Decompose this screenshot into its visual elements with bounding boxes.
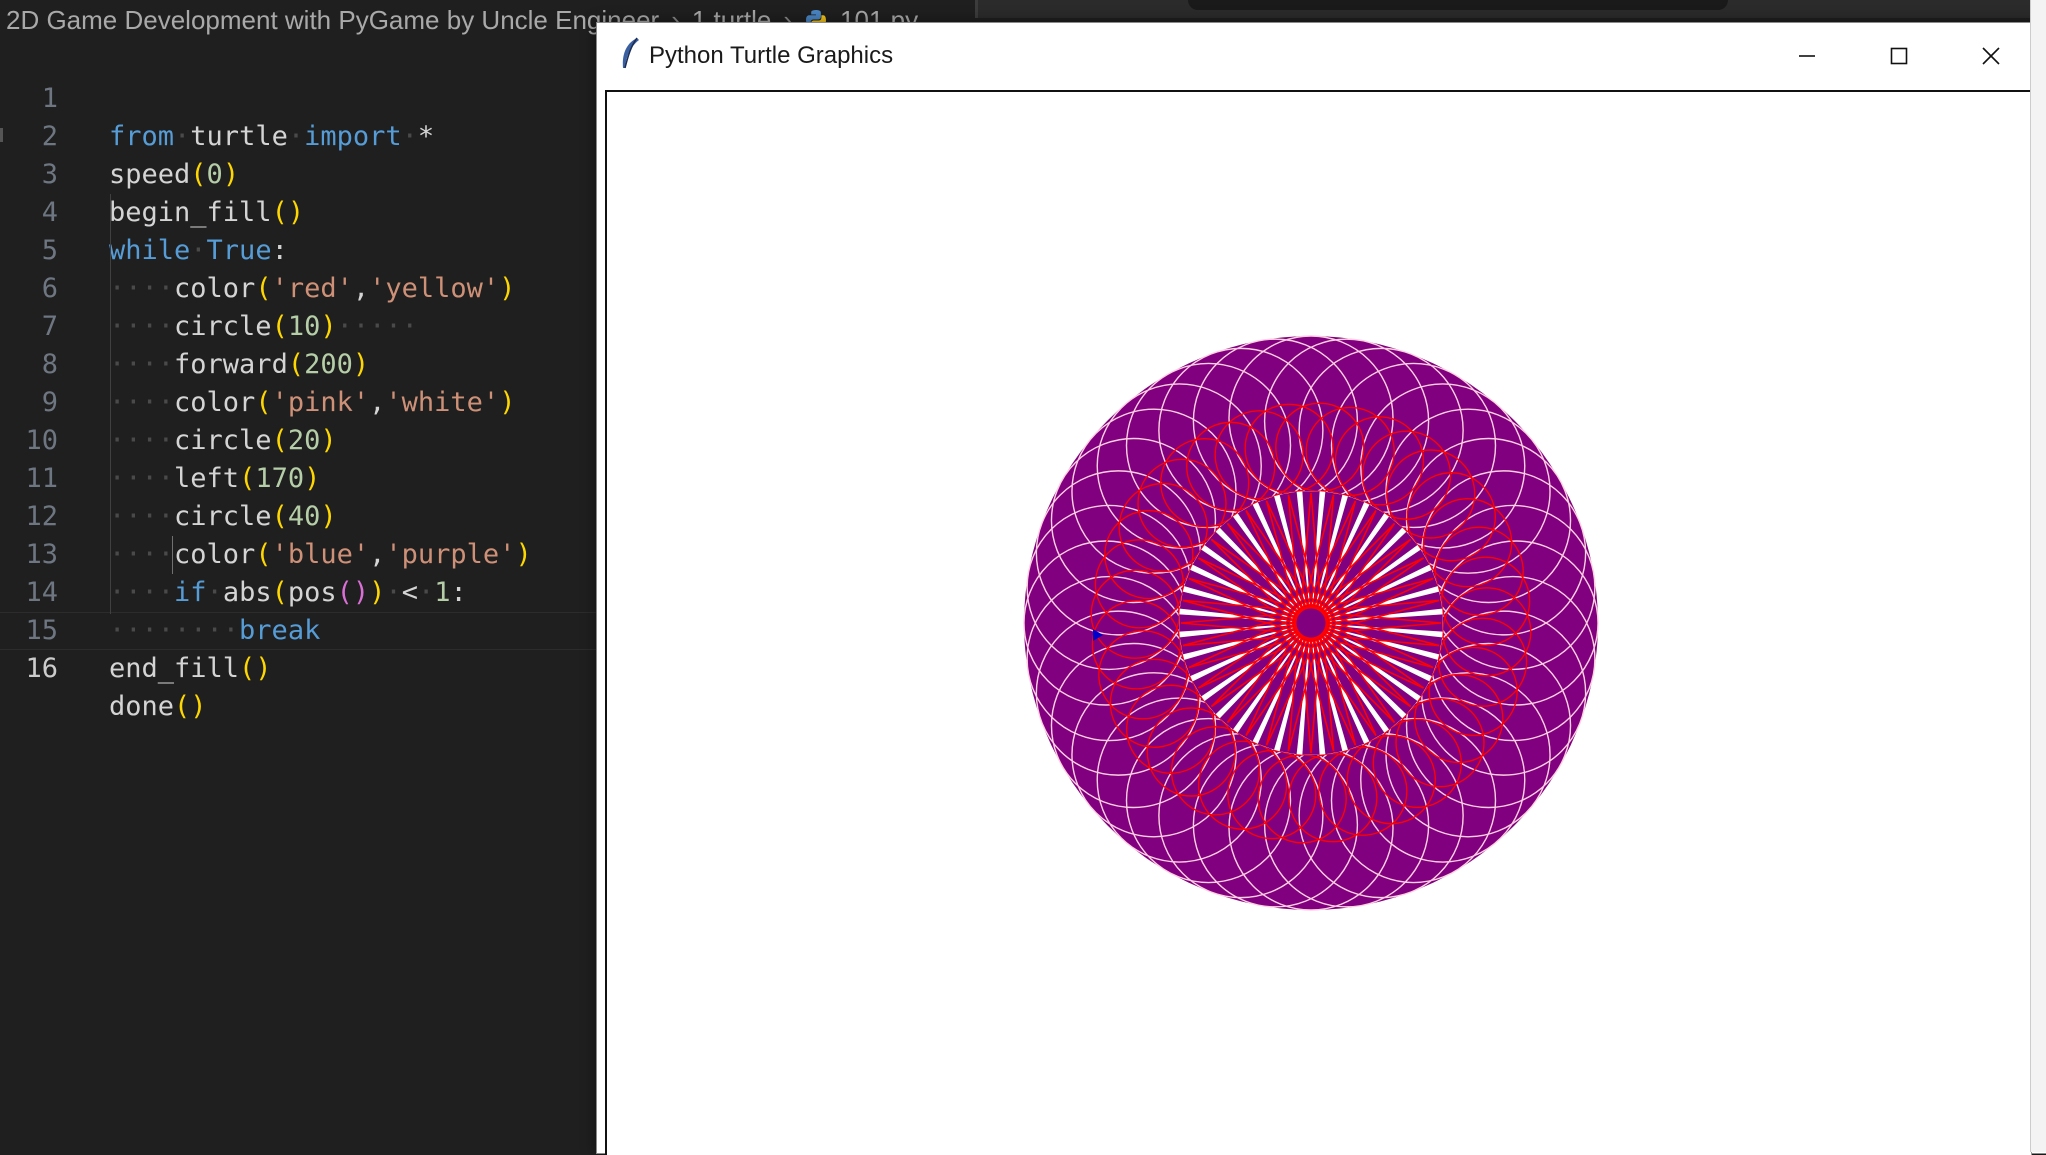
- minimize-button[interactable]: [1761, 23, 1853, 89]
- breadcrumb-folder[interactable]: 2D Game Development with PyGame by Uncle…: [6, 5, 659, 36]
- feather-icon: [622, 37, 639, 69]
- background-window-strip: [975, 0, 2046, 18]
- line-number: 16: [25, 653, 58, 684]
- indent-guide-active: [172, 536, 173, 574]
- center-dot: [1293, 605, 1329, 641]
- paren: (): [239, 653, 272, 684]
- minimize-icon: [1799, 55, 1815, 57]
- maximize-button[interactable]: [1853, 23, 1945, 89]
- window-titlebar[interactable]: Python Turtle Graphics: [597, 23, 2046, 89]
- turtle-canvas-area[interactable]: [605, 90, 2032, 1155]
- window-title: Python Turtle Graphics: [649, 42, 894, 69]
- turtle-drawing: [1023, 335, 1599, 911]
- turtle-graphics-window[interactable]: Python Turtle Graphics: [596, 22, 2046, 1155]
- maximize-icon: [1890, 47, 1908, 65]
- window-edge: [2030, 0, 2046, 1152]
- paren: (): [174, 691, 207, 722]
- function-name: done: [109, 691, 175, 722]
- close-button[interactable]: [1945, 23, 2037, 89]
- close-icon: [1982, 47, 2000, 65]
- indent-guide: [110, 194, 111, 614]
- function-name: end_fill: [109, 653, 240, 684]
- code-text: end_fill(): [109, 650, 272, 688]
- code-text: done(): [109, 688, 207, 726]
